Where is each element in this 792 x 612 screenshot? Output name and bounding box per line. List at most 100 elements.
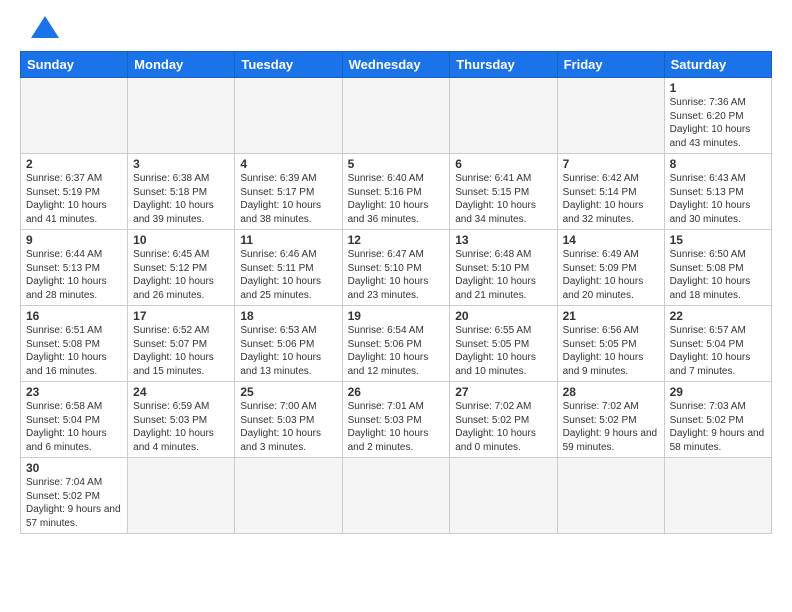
day-number: 14 (563, 233, 659, 247)
day-info: Sunrise: 6:59 AM Sunset: 5:03 PM Dayligh… (133, 400, 229, 454)
day-number: 30 (26, 461, 122, 475)
day-info: Sunrise: 6:38 AM Sunset: 5:18 PM Dayligh… (133, 172, 229, 226)
day-info: Sunrise: 7:02 AM Sunset: 5:02 PM Dayligh… (455, 400, 551, 454)
day-info: Sunrise: 7:03 AM Sunset: 5:02 PM Dayligh… (670, 400, 766, 454)
day-info: Sunrise: 6:44 AM Sunset: 5:13 PM Dayligh… (26, 248, 122, 302)
table-row: 20Sunrise: 6:55 AM Sunset: 5:05 PM Dayli… (450, 306, 557, 382)
table-row (664, 458, 771, 534)
table-row: 13Sunrise: 6:48 AM Sunset: 5:10 PM Dayli… (450, 230, 557, 306)
day-number: 15 (670, 233, 766, 247)
table-row: 26Sunrise: 7:01 AM Sunset: 5:03 PM Dayli… (342, 382, 450, 458)
day-number: 17 (133, 309, 229, 323)
table-row (557, 78, 664, 154)
day-number: 21 (563, 309, 659, 323)
day-info: Sunrise: 6:56 AM Sunset: 5:05 PM Dayligh… (563, 324, 659, 378)
table-row: 27Sunrise: 7:02 AM Sunset: 5:02 PM Dayli… (450, 382, 557, 458)
col-thursday: Thursday (450, 52, 557, 78)
day-info: Sunrise: 6:57 AM Sunset: 5:04 PM Dayligh… (670, 324, 766, 378)
table-row (128, 458, 235, 534)
table-row (342, 78, 450, 154)
col-saturday: Saturday (664, 52, 771, 78)
day-info: Sunrise: 6:42 AM Sunset: 5:14 PM Dayligh… (563, 172, 659, 226)
table-row: 21Sunrise: 6:56 AM Sunset: 5:05 PM Dayli… (557, 306, 664, 382)
day-info: Sunrise: 7:01 AM Sunset: 5:03 PM Dayligh… (348, 400, 445, 454)
table-row (450, 458, 557, 534)
day-info: Sunrise: 6:58 AM Sunset: 5:04 PM Dayligh… (26, 400, 122, 454)
day-info: Sunrise: 6:39 AM Sunset: 5:17 PM Dayligh… (240, 172, 336, 226)
day-info: Sunrise: 6:37 AM Sunset: 5:19 PM Dayligh… (26, 172, 122, 226)
table-row: 10Sunrise: 6:45 AM Sunset: 5:12 PM Dayli… (128, 230, 235, 306)
day-info: Sunrise: 6:54 AM Sunset: 5:06 PM Dayligh… (348, 324, 445, 378)
day-number: 27 (455, 385, 551, 399)
day-info: Sunrise: 7:00 AM Sunset: 5:03 PM Dayligh… (240, 400, 336, 454)
logo-area (20, 16, 59, 43)
day-number: 9 (26, 233, 122, 247)
table-row: 19Sunrise: 6:54 AM Sunset: 5:06 PM Dayli… (342, 306, 450, 382)
table-row: 25Sunrise: 7:00 AM Sunset: 5:03 PM Dayli… (235, 382, 342, 458)
table-row: 23Sunrise: 6:58 AM Sunset: 5:04 PM Dayli… (21, 382, 128, 458)
day-number: 25 (240, 385, 336, 399)
day-number: 12 (348, 233, 445, 247)
table-row (557, 458, 664, 534)
day-number: 22 (670, 309, 766, 323)
day-info: Sunrise: 6:48 AM Sunset: 5:10 PM Dayligh… (455, 248, 551, 302)
day-info: Sunrise: 6:49 AM Sunset: 5:09 PM Dayligh… (563, 248, 659, 302)
table-row: 28Sunrise: 7:02 AM Sunset: 5:02 PM Dayli… (557, 382, 664, 458)
calendar: Sunday Monday Tuesday Wednesday Thursday… (20, 51, 772, 534)
day-info: Sunrise: 7:04 AM Sunset: 5:02 PM Dayligh… (26, 476, 122, 530)
col-wednesday: Wednesday (342, 52, 450, 78)
logo (20, 16, 59, 43)
day-number: 23 (26, 385, 122, 399)
day-number: 24 (133, 385, 229, 399)
day-number: 16 (26, 309, 122, 323)
col-monday: Monday (128, 52, 235, 78)
page: Sunday Monday Tuesday Wednesday Thursday… (0, 0, 792, 544)
table-row: 6Sunrise: 6:41 AM Sunset: 5:15 PM Daylig… (450, 154, 557, 230)
table-row: 22Sunrise: 6:57 AM Sunset: 5:04 PM Dayli… (664, 306, 771, 382)
table-row: 17Sunrise: 6:52 AM Sunset: 5:07 PM Dayli… (128, 306, 235, 382)
day-number: 4 (240, 157, 336, 171)
day-info: Sunrise: 7:36 AM Sunset: 6:20 PM Dayligh… (670, 96, 766, 150)
day-number: 20 (455, 309, 551, 323)
day-number: 28 (563, 385, 659, 399)
day-number: 11 (240, 233, 336, 247)
table-row: 7Sunrise: 6:42 AM Sunset: 5:14 PM Daylig… (557, 154, 664, 230)
day-info: Sunrise: 6:50 AM Sunset: 5:08 PM Dayligh… (670, 248, 766, 302)
table-row: 2Sunrise: 6:37 AM Sunset: 5:19 PM Daylig… (21, 154, 128, 230)
table-row: 4Sunrise: 6:39 AM Sunset: 5:17 PM Daylig… (235, 154, 342, 230)
day-number: 18 (240, 309, 336, 323)
day-number: 8 (670, 157, 766, 171)
logo-triangle-icon (31, 16, 59, 38)
table-row: 1Sunrise: 7:36 AM Sunset: 6:20 PM Daylig… (664, 78, 771, 154)
day-info: Sunrise: 6:47 AM Sunset: 5:10 PM Dayligh… (348, 248, 445, 302)
table-row: 5Sunrise: 6:40 AM Sunset: 5:16 PM Daylig… (342, 154, 450, 230)
day-info: Sunrise: 6:55 AM Sunset: 5:05 PM Dayligh… (455, 324, 551, 378)
day-info: Sunrise: 6:52 AM Sunset: 5:07 PM Dayligh… (133, 324, 229, 378)
day-info: Sunrise: 6:45 AM Sunset: 5:12 PM Dayligh… (133, 248, 229, 302)
day-number: 2 (26, 157, 122, 171)
table-row: 14Sunrise: 6:49 AM Sunset: 5:09 PM Dayli… (557, 230, 664, 306)
header (20, 16, 772, 43)
table-row (342, 458, 450, 534)
day-number: 6 (455, 157, 551, 171)
table-row (235, 458, 342, 534)
table-row (235, 78, 342, 154)
day-number: 1 (670, 81, 766, 95)
day-info: Sunrise: 6:41 AM Sunset: 5:15 PM Dayligh… (455, 172, 551, 226)
day-info: Sunrise: 7:02 AM Sunset: 5:02 PM Dayligh… (563, 400, 659, 454)
day-info: Sunrise: 6:40 AM Sunset: 5:16 PM Dayligh… (348, 172, 445, 226)
day-number: 7 (563, 157, 659, 171)
table-row (128, 78, 235, 154)
table-row: 12Sunrise: 6:47 AM Sunset: 5:10 PM Dayli… (342, 230, 450, 306)
day-info: Sunrise: 6:46 AM Sunset: 5:11 PM Dayligh… (240, 248, 336, 302)
day-info: Sunrise: 6:51 AM Sunset: 5:08 PM Dayligh… (26, 324, 122, 378)
day-number: 10 (133, 233, 229, 247)
col-friday: Friday (557, 52, 664, 78)
day-info: Sunrise: 6:53 AM Sunset: 5:06 PM Dayligh… (240, 324, 336, 378)
day-number: 3 (133, 157, 229, 171)
day-number: 29 (670, 385, 766, 399)
table-row: 16Sunrise: 6:51 AM Sunset: 5:08 PM Dayli… (21, 306, 128, 382)
day-number: 13 (455, 233, 551, 247)
table-row (450, 78, 557, 154)
table-row (21, 78, 128, 154)
